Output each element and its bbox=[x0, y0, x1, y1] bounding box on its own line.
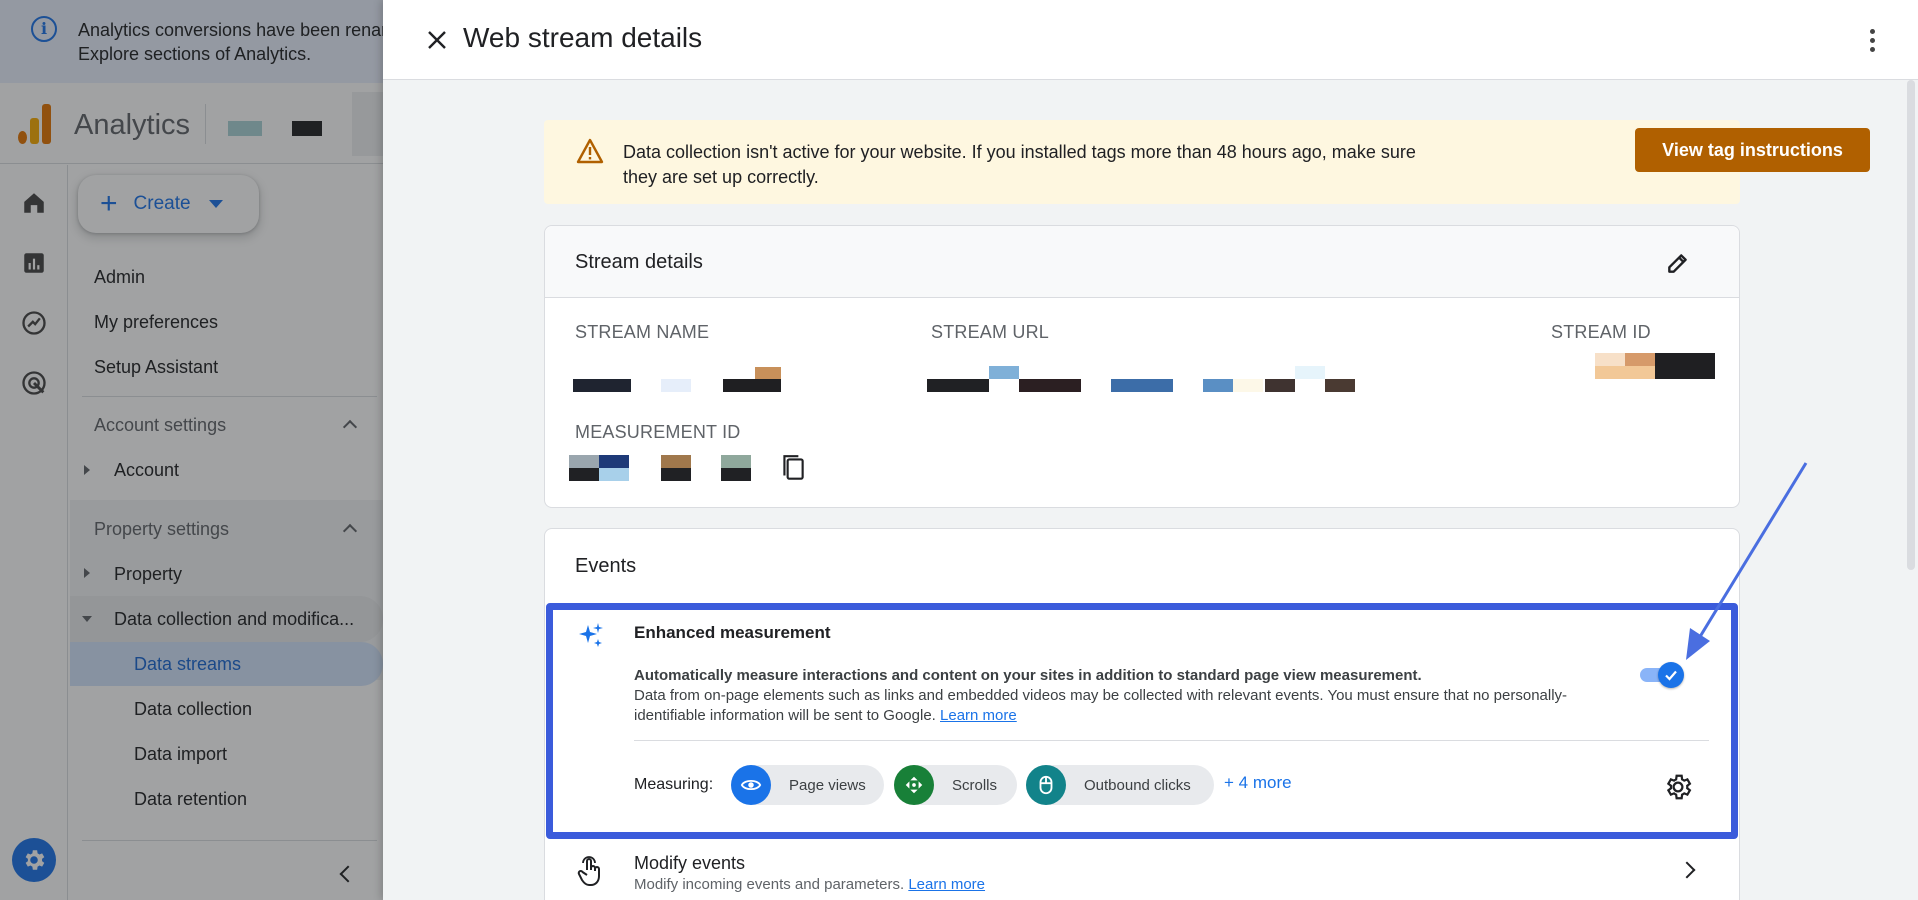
mouse-icon bbox=[1026, 765, 1066, 805]
stream-id-value-redacted bbox=[1595, 353, 1715, 379]
chip-outbound-clicks: Outbound clicks bbox=[1026, 765, 1214, 805]
close-button[interactable] bbox=[419, 22, 455, 58]
copy-icon[interactable] bbox=[780, 453, 806, 483]
stream-name-value-redacted bbox=[573, 367, 803, 393]
stream-id-label: STREAM ID bbox=[1551, 322, 1651, 342]
enhanced-measurement-description: Data from on-page elements such as links… bbox=[634, 686, 1634, 726]
data-collection-warning: Data collection isn't active for your we… bbox=[544, 120, 1870, 204]
scroll-icon bbox=[894, 765, 934, 805]
events-title: Events bbox=[575, 555, 637, 577]
stream-url-label: STREAM URL bbox=[931, 322, 1050, 342]
chip-label: Page views bbox=[789, 776, 866, 794]
measurement-id-value-redacted bbox=[569, 455, 769, 481]
stream-details-header: Stream details bbox=[545, 226, 1739, 298]
modify-events-title[interactable]: Modify events bbox=[634, 853, 745, 874]
modal-scrim[interactable] bbox=[0, 0, 383, 900]
check-icon bbox=[1665, 670, 1677, 681]
stream-details-title: Stream details bbox=[575, 251, 703, 273]
scrollbar[interactable] bbox=[1904, 80, 1918, 900]
enhanced-measurement-description-bold: Automatically measure interactions and c… bbox=[634, 667, 1422, 684]
gear-icon[interactable] bbox=[1663, 772, 1693, 802]
chip-scrolls: Scrolls bbox=[894, 765, 1017, 805]
eye-icon bbox=[731, 765, 771, 805]
warning-icon bbox=[576, 138, 604, 164]
edit-icon[interactable] bbox=[1665, 250, 1691, 276]
view-tag-instructions-button[interactable]: View tag instructions bbox=[1635, 128, 1870, 172]
sparkle-icon bbox=[579, 623, 603, 647]
measurement-id-label: MEASUREMENT ID bbox=[575, 422, 741, 442]
drawer-title: Web stream details bbox=[463, 22, 703, 53]
modify-events-description-text: Modify incoming events and parameters. bbox=[634, 876, 905, 893]
enhanced-measurement-description-text: Data from on-page elements such as links… bbox=[634, 687, 1568, 724]
learn-more-link[interactable]: Learn more bbox=[908, 876, 985, 893]
touch-icon bbox=[577, 856, 600, 886]
stream-details-card: Stream details STREAM NAME STREAM URL ST… bbox=[544, 225, 1740, 508]
enhanced-measurement-title: Enhanced measurement bbox=[634, 623, 831, 642]
measuring-label: Measuring: bbox=[634, 776, 714, 793]
chip-label: Scrolls bbox=[952, 776, 998, 794]
more-vert-icon[interactable] bbox=[1856, 24, 1888, 56]
close-icon bbox=[428, 31, 446, 49]
enhanced-measurement-divider bbox=[634, 740, 1709, 741]
chip-page-views: Page views bbox=[731, 765, 884, 805]
modify-events-description: Modify incoming events and parameters. L… bbox=[634, 876, 985, 893]
enhanced-measurement-toggle[interactable] bbox=[1640, 662, 1688, 688]
stream-name-label: STREAM NAME bbox=[575, 322, 710, 342]
stream-url-value-redacted bbox=[927, 354, 1397, 394]
learn-more-link[interactable]: Learn more bbox=[940, 707, 1017, 724]
chip-label: Outbound clicks bbox=[1084, 776, 1191, 794]
warning-message: Data collection isn't active for your we… bbox=[623, 142, 1416, 187]
drawer-header: Web stream details bbox=[383, 0, 1918, 80]
more-measurements-link[interactable]: + 4 more bbox=[1224, 773, 1292, 793]
